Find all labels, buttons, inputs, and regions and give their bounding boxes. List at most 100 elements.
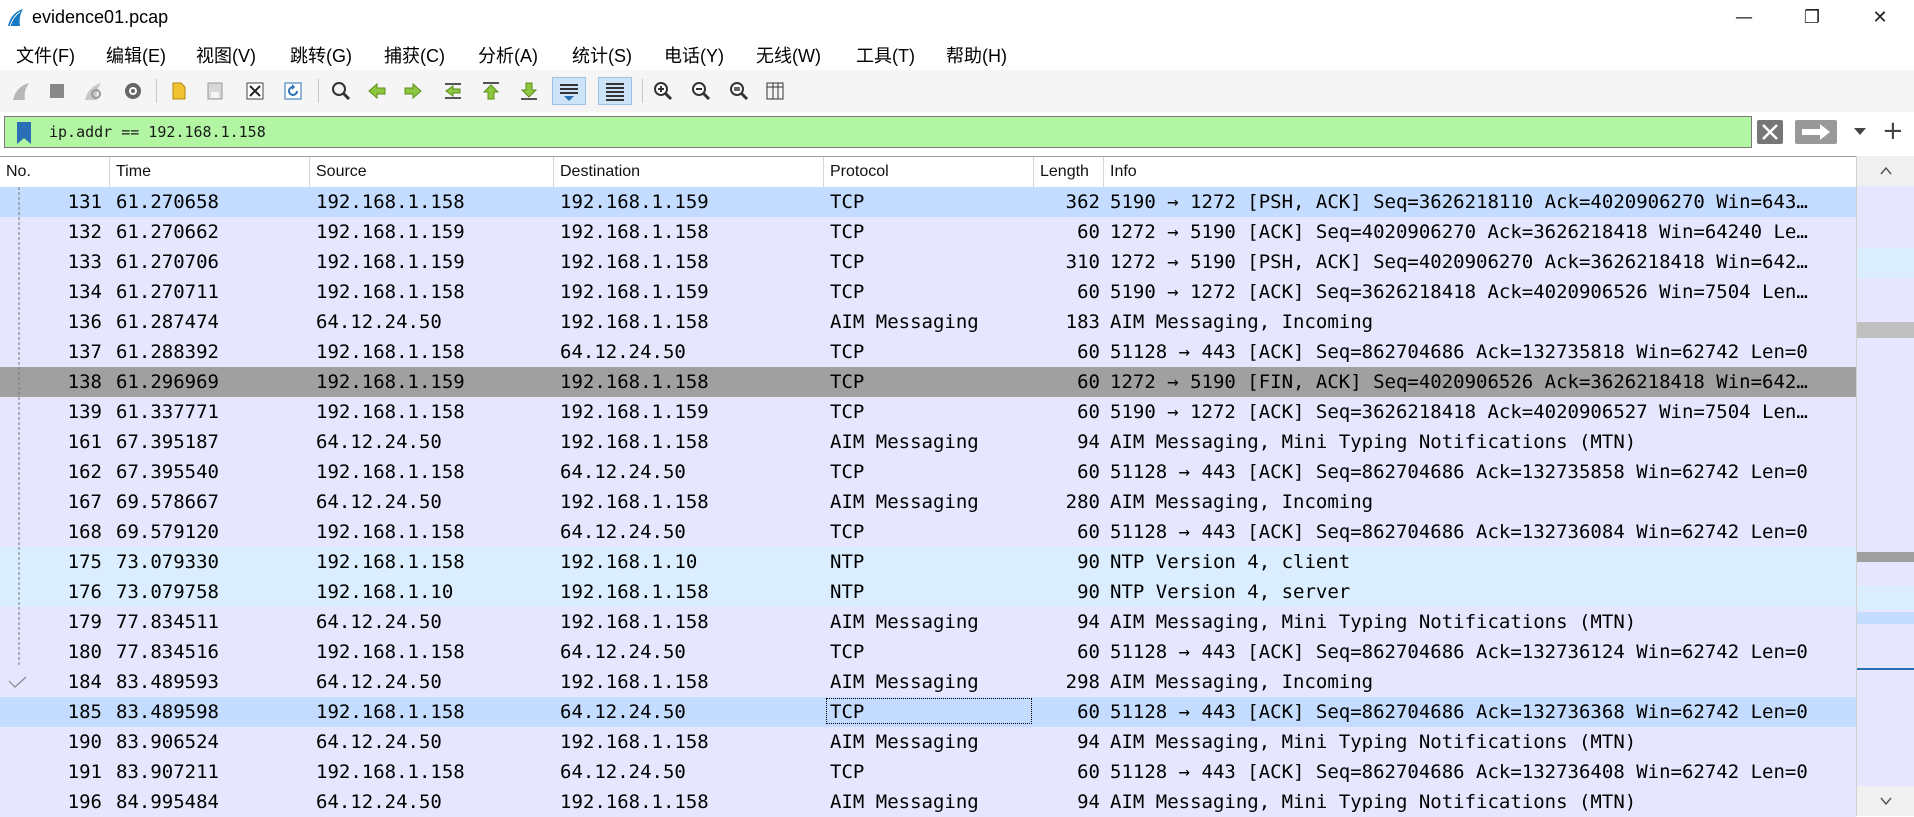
cell-length: 60	[1077, 281, 1100, 303]
main-toolbar	[0, 70, 1914, 112]
cell-info: 1272 → 5190 [FIN, ACK] Seq=4020906526 Ac…	[1110, 371, 1808, 393]
scroll-up-icon[interactable]	[1879, 164, 1893, 178]
column-header-no[interactable]: No.	[0, 157, 110, 187]
cell-length: 60	[1077, 761, 1100, 783]
packet-list[interactable]: No. Time Source Destination Protocol Len…	[0, 156, 1856, 817]
packet-list-scrollbar[interactable]	[1856, 156, 1914, 816]
cell-no: 133	[67, 251, 102, 273]
table-row[interactable]: 185 83.489598 192.168.1.158 64.12.24.50 TCP 6…	[0, 697, 1856, 727]
cell-info: AIM Messaging, Mini Typing Notifications…	[1110, 611, 1637, 633]
column-header-protocol[interactable]: Protocol	[824, 157, 1034, 187]
apply-filter-icon[interactable]	[1794, 119, 1838, 145]
filter-history-dropdown-icon[interactable]	[1852, 123, 1868, 139]
auto-scroll-icon[interactable]	[552, 77, 586, 105]
stop-capture-icon[interactable]	[42, 77, 72, 105]
filter-bookmark-icon[interactable]	[15, 121, 33, 145]
menu-capture[interactable]: 捕获(C)	[384, 42, 445, 68]
table-row[interactable]: 179 77.834511 64.12.24.50 192.168.1.158 AIM …	[0, 607, 1856, 637]
cell-source: 64.12.24.50	[316, 671, 442, 693]
cell-no: 138	[67, 371, 102, 393]
go-back-icon[interactable]	[362, 77, 392, 105]
menu-wireless[interactable]: 无线(W)	[756, 42, 821, 68]
cell-no: 167	[67, 491, 102, 513]
table-row[interactable]: 132 61.270662 192.168.1.159 192.168.1.158 TC…	[0, 217, 1856, 247]
zoom-in-icon[interactable]	[648, 77, 678, 105]
capture-options-icon[interactable]	[118, 77, 148, 105]
table-row[interactable]: 176 73.079758 192.168.1.10 192.168.1.158 NTP…	[0, 577, 1856, 607]
cell-destination: 64.12.24.50	[560, 341, 686, 363]
cell-source: 192.168.1.158	[316, 761, 465, 783]
menu-tools[interactable]: 工具(T)	[856, 42, 915, 68]
menu-view[interactable]: 视图(V)	[196, 42, 256, 68]
menu-file[interactable]: 文件(F)	[16, 42, 75, 68]
table-row[interactable]: 134 61.270711 192.168.1.158 192.168.1.159 TC…	[0, 277, 1856, 307]
table-row[interactable]: 184 83.489593 64.12.24.50 192.168.1.158 AIM …	[0, 667, 1856, 697]
table-row[interactable]: 133 61.270706 192.168.1.159 192.168.1.158 TC…	[0, 247, 1856, 277]
column-header-time[interactable]: Time	[110, 157, 310, 187]
restore-button[interactable]: ❐	[1782, 0, 1842, 36]
menu-telephony[interactable]: 电话(Y)	[664, 42, 724, 68]
cell-protocol: AIM Messaging	[830, 431, 979, 453]
cell-source: 192.168.1.158	[316, 461, 465, 483]
minimize-button[interactable]: —	[1714, 0, 1774, 36]
table-row[interactable]: 162 67.395540 192.168.1.158 64.12.24.50 TCP 6…	[0, 457, 1856, 487]
go-to-packet-icon[interactable]	[438, 77, 468, 105]
cell-info: 51128 → 443 [ACK] Seq=862704686 Ack=1327…	[1110, 341, 1808, 363]
table-row[interactable]: 167 69.578667 64.12.24.50 192.168.1.158 AIM …	[0, 487, 1856, 517]
display-filter-input[interactable]: ip.addr == 192.168.1.158	[4, 116, 1752, 148]
last-packet-icon[interactable]	[514, 77, 544, 105]
menu-statistics[interactable]: 统计(S)	[572, 42, 632, 68]
clear-filter-icon[interactable]	[1756, 119, 1784, 145]
cell-info: 1272 → 5190 [ACK] Seq=4020906270 Ack=362…	[1110, 221, 1808, 243]
table-row[interactable]: 138 61.296969 192.168.1.159 192.168.1.158 TC…	[0, 367, 1856, 397]
table-row[interactable]: 190 83.906524 64.12.24.50 192.168.1.158 AIM …	[0, 727, 1856, 757]
menu-analyze[interactable]: 分析(A)	[478, 42, 538, 68]
menu-help[interactable]: 帮助(H)	[946, 42, 1007, 68]
column-header-info[interactable]: Info	[1104, 157, 1856, 187]
table-row[interactable]: 161 67.395187 64.12.24.50 192.168.1.158 AIM …	[0, 427, 1856, 457]
close-file-icon[interactable]	[240, 77, 270, 105]
colorize-icon[interactable]	[598, 77, 632, 105]
cell-destination: 192.168.1.158	[560, 371, 709, 393]
cell-destination: 192.168.1.159	[560, 191, 709, 213]
table-row[interactable]: 191 83.907211 192.168.1.158 64.12.24.50 TCP 6…	[0, 757, 1856, 787]
scroll-down-icon[interactable]	[1879, 794, 1893, 808]
table-row[interactable]: 131 61.270658 192.168.1.158 192.168.1.159 TC…	[0, 187, 1856, 217]
cell-destination: 192.168.1.158	[560, 251, 709, 273]
first-packet-icon[interactable]	[476, 77, 506, 105]
window-title: evidence01.pcap	[32, 7, 169, 27]
column-header-length[interactable]: Length	[1034, 157, 1104, 187]
table-row[interactable]: 139 61.337771 192.168.1.158 192.168.1.159 TC…	[0, 397, 1856, 427]
reload-file-icon[interactable]	[278, 77, 308, 105]
go-forward-icon[interactable]	[398, 77, 428, 105]
start-capture-icon[interactable]	[6, 77, 36, 105]
menu-go[interactable]: 跳转(G)	[290, 42, 352, 68]
column-header-source[interactable]: Source	[310, 157, 554, 187]
cell-protocol: AIM Messaging	[830, 491, 979, 513]
table-row[interactable]: 180 77.834516 192.168.1.158 64.12.24.50 TCP 6…	[0, 637, 1856, 667]
find-packet-icon[interactable]	[326, 77, 356, 105]
cell-info: 5190 → 1272 [PSH, ACK] Seq=3626218110 Ac…	[1110, 191, 1808, 213]
menu-edit[interactable]: 编辑(E)	[106, 42, 166, 68]
zoom-normal-icon[interactable]	[724, 77, 754, 105]
table-row[interactable]: 137 61.288392 192.168.1.158 64.12.24.50 TCP 6…	[0, 337, 1856, 367]
cell-length: 94	[1077, 731, 1100, 753]
restart-capture-icon[interactable]	[78, 77, 108, 105]
save-file-icon[interactable]	[200, 77, 230, 105]
cell-info: AIM Messaging, Mini Typing Notifications…	[1110, 791, 1637, 813]
table-row[interactable]: 136 61.287474 64.12.24.50 192.168.1.158 AIM …	[0, 307, 1856, 337]
table-row[interactable]: 196 84.995484 64.12.24.50 192.168.1.158 AIM …	[0, 787, 1856, 817]
zoom-out-icon[interactable]	[686, 77, 716, 105]
cell-source: 64.12.24.50	[316, 791, 442, 813]
table-row[interactable]: 175 73.079330 192.168.1.158 192.168.1.10 NTP…	[0, 547, 1856, 577]
close-button[interactable]: ✕	[1850, 0, 1910, 36]
table-row[interactable]: 168 69.579120 192.168.1.158 64.12.24.50 TCP 6…	[0, 517, 1856, 547]
scrollbar-thumb[interactable]	[1857, 322, 1914, 338]
cell-no: 190	[67, 731, 102, 753]
cell-protocol: TCP	[830, 461, 865, 483]
column-header-destination[interactable]: Destination	[554, 157, 824, 187]
open-file-icon[interactable]	[164, 77, 194, 105]
resize-columns-icon[interactable]	[760, 77, 790, 105]
cell-no: 180	[67, 641, 102, 663]
add-filter-button-icon[interactable]: +	[1882, 117, 1904, 145]
